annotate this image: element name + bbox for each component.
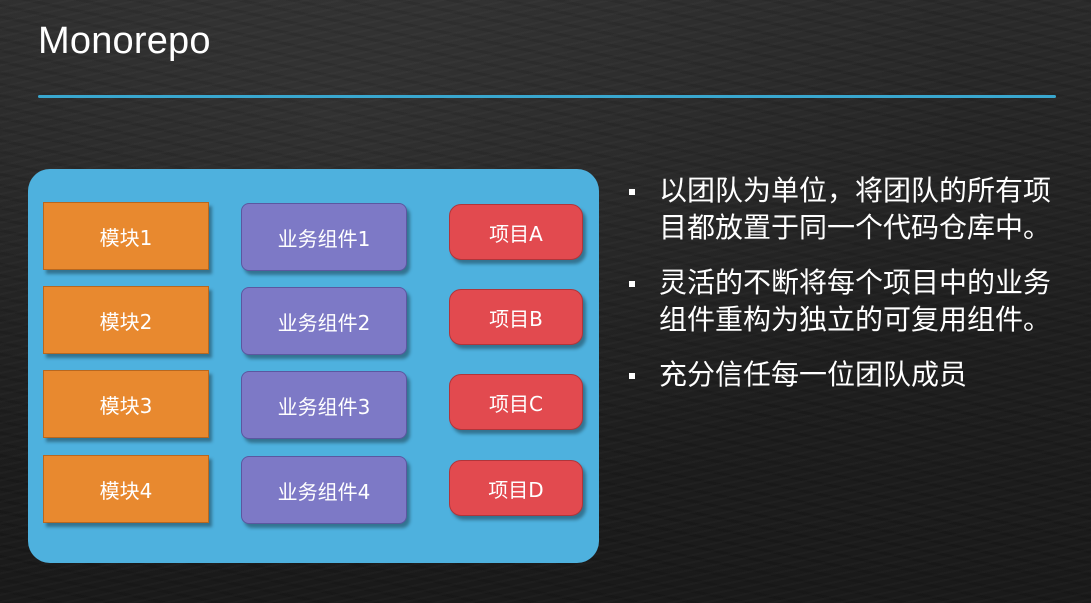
title-underline [38, 95, 1056, 98]
bullet-item: 充分信任每一位团队成员 [628, 356, 1068, 393]
monorepo-panel: 模块1 模块2 模块3 模块4 业务组件1 业务组件2 业务组件3 业务组件4 … [28, 169, 599, 563]
component-box-2: 业务组件2 [241, 287, 407, 355]
bullet-text: 灵活的不断将每个项目中的业务组件重构为独立的可复用组件。 [659, 266, 1052, 336]
bullet-text: 充分信任每一位团队成员 [659, 358, 968, 391]
project-box-c: 项目C [449, 374, 583, 430]
module-box-2: 模块2 [43, 286, 209, 354]
module-box-1: 模块1 [43, 202, 209, 270]
bullet-item: 灵活的不断将每个项目中的业务组件重构为独立的可复用组件。 [628, 264, 1068, 338]
bullet-item: 以团队为单位，将团队的所有项目都放置于同一个代码仓库中。 [628, 172, 1068, 246]
project-box-b: 项目B [449, 289, 583, 345]
module-box-4: 模块4 [43, 455, 209, 523]
bullet-text: 以团队为单位，将团队的所有项目都放置于同一个代码仓库中。 [659, 174, 1052, 244]
component-box-1: 业务组件1 [241, 203, 407, 271]
component-box-4: 业务组件4 [241, 456, 407, 524]
bullet-square-icon [629, 189, 635, 195]
bullet-list: 以团队为单位，将团队的所有项目都放置于同一个代码仓库中。 灵活的不断将每个项目中… [628, 172, 1068, 411]
bullet-square-icon [629, 373, 635, 379]
bullet-square-icon [629, 281, 635, 287]
project-box-d: 项目D [449, 460, 583, 516]
slide-title: Monorepo [38, 20, 211, 62]
project-box-a: 项目A [449, 204, 583, 260]
component-box-3: 业务组件3 [241, 371, 407, 439]
module-box-3: 模块3 [43, 370, 209, 438]
